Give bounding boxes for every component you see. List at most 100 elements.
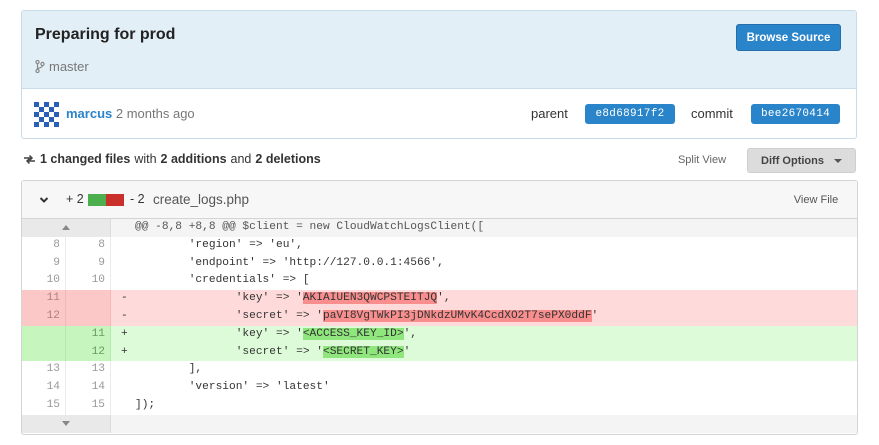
expand-up-button[interactable] — [22, 219, 111, 237]
file-diff: + 2 - 2 create_logs.php View File @@ -8,… — [21, 180, 858, 435]
file-deletions-count: - 2 — [130, 192, 145, 206]
code-text: 'key' => ' — [135, 292, 303, 305]
file-name[interactable]: create_logs.php — [153, 192, 249, 207]
commit-sha-button[interactable]: bee2670414 — [751, 104, 840, 124]
hunk-footer-spacer — [111, 415, 857, 433]
new-line-number[interactable]: 12 — [66, 343, 111, 362]
hunk-header-text: @@ -8,8 +8,8 @@ $client = new CloudWatch… — [135, 221, 485, 233]
code-text-suffix: ' — [591, 309, 599, 322]
branch-icon — [35, 60, 45, 73]
summary-with: with — [134, 152, 157, 166]
code-text: 'credentials' => [ — [135, 274, 310, 287]
diff-options-dropdown[interactable]: Diff Options — [747, 148, 856, 173]
line-code: ], — [111, 361, 857, 379]
new-line-number[interactable]: 13 — [66, 361, 111, 380]
diff-lines: 88 'region' => 'eu', 9 9 'endpoint' => 'ht… — [22, 236, 857, 415]
expand-down-icon — [62, 421, 70, 427]
code-text: 'version' => 'latest' — [135, 381, 330, 394]
diff-options-label: Diff Options — [761, 154, 824, 167]
parent-label: parent — [531, 106, 568, 121]
line-code: + 'secret' => '<SECRET_KEY>' — [111, 344, 857, 362]
commit-label: commit — [691, 106, 733, 121]
code-text: 'secret' => ' — [135, 309, 323, 322]
additions-count: 2 additions — [160, 152, 227, 166]
context-line: 13 13 ], — [22, 361, 857, 380]
summary-and: and — [230, 152, 252, 166]
diffstat-deletions-bar — [106, 194, 124, 206]
commit-author-line: marcus 2 months ago — [66, 106, 195, 121]
hunk-header-row: @@ -8,8 +8,8 @@ $client = new CloudWatch… — [22, 219, 857, 237]
hunk-footer-row — [22, 414, 857, 433]
line-marker: - — [121, 292, 128, 305]
old-line-number[interactable]: 12 — [22, 307, 66, 326]
line-code: + 'key' => '<ACCESS_KEY_ID>', — [111, 326, 857, 344]
commit-date: 2 months ago — [115, 106, 195, 121]
line-code: 'region' => 'eu', — [111, 237, 857, 255]
new-line-number[interactable]: 9 — [66, 254, 111, 273]
old-line-number[interactable] — [22, 343, 66, 362]
old-line-number[interactable] — [22, 325, 66, 344]
code-text: 'key' => ' — [135, 327, 303, 340]
context-line: 88 'region' => 'eu', — [22, 236, 857, 255]
changed-files-count: 1 changed files — [40, 152, 131, 166]
caret-down-icon — [833, 158, 842, 163]
file-additions-count: + 2 — [66, 192, 84, 206]
context-line: 14 14 'version' => 'latest' — [22, 379, 857, 397]
new-line-number[interactable]: 11 — [66, 325, 111, 344]
avatar[interactable] — [34, 102, 59, 127]
split-view-button[interactable]: Split View — [667, 149, 737, 171]
new-line-number[interactable]: 15 — [66, 396, 111, 415]
added-token: <ACCESS_KEY_ID> — [302, 327, 404, 340]
new-line-number[interactable] — [66, 307, 111, 326]
branch-label: master — [35, 59, 89, 74]
new-line-number[interactable]: 10 — [66, 272, 111, 291]
line-code: - 'key' => 'AKIAIUEN3QWCPSTEITJQ', — [111, 290, 857, 308]
code-text: ], — [135, 363, 203, 376]
code-text-suffix: ', — [437, 292, 451, 305]
line-marker: + — [121, 345, 128, 358]
added-line: 12 + 'secret' => '<SECRET_KEY>' — [22, 343, 857, 362]
old-line-number[interactable]: 14 — [22, 379, 66, 397]
line-marker: - — [121, 309, 128, 322]
deleted-line: 11 - 'key' => 'AKIAIUEN3QWCPSTEITJQ', — [22, 290, 857, 308]
new-line-number[interactable] — [66, 290, 111, 308]
commit-meta-row: marcus 2 months ago parent e8d68917f2 co… — [22, 89, 856, 138]
branch-name: master — [49, 59, 89, 74]
commit-header-card: Preparing for prod master Browse Source — [21, 10, 857, 139]
old-line-number[interactable]: 13 — [22, 361, 66, 380]
view-file-button[interactable]: View File — [785, 189, 847, 211]
browse-source-button[interactable]: Browse Source — [736, 24, 841, 51]
line-code: - 'secret' => 'paVI8VgTWkPI3jDNkdzUMvK4C… — [111, 308, 857, 326]
context-line: 99 'endpoint' => 'http://127.0.0.1:4566'… — [22, 254, 857, 273]
author-name-link[interactable]: marcus — [66, 106, 112, 121]
code-text: 'endpoint' => 'http://127.0.0.1:4566', — [135, 256, 444, 269]
file-diff-header: + 2 - 2 create_logs.php View File — [22, 181, 857, 219]
old-line-number[interactable]: 9 — [22, 254, 66, 273]
old-line-number[interactable]: 15 — [22, 396, 66, 415]
commit-header-top: Preparing for prod master Browse Source — [22, 11, 856, 89]
line-code: 'version' => 'latest' — [111, 379, 857, 397]
new-line-number[interactable]: 8 — [66, 236, 111, 255]
added-token: <SECRET_KEY> — [322, 345, 404, 358]
expand-up-icon — [62, 225, 70, 231]
context-line: 15 15]); — [22, 396, 857, 415]
code-text-suffix: ' — [403, 345, 411, 358]
new-line-number[interactable]: 14 — [66, 379, 111, 397]
diffstat-additions-bar — [88, 194, 106, 206]
diffstat-bar — [88, 194, 124, 206]
code-text: 'region' => 'eu', — [135, 238, 303, 251]
deleted-line: 12 - 'secret' => 'paVI8VgTWkPI3jDNkdzUMvK… — [22, 307, 857, 326]
chevron-down-icon[interactable] — [39, 195, 49, 205]
old-line-number[interactable]: 11 — [22, 290, 66, 308]
line-code: 'credentials' => [ — [111, 272, 857, 290]
parent-sha-button[interactable]: e8d68917f2 — [585, 104, 675, 124]
code-text: 'secret' => ' — [135, 345, 323, 358]
old-line-number[interactable]: 10 — [22, 272, 66, 291]
old-line-number[interactable]: 8 — [22, 236, 66, 255]
commit-title: Preparing for prod — [35, 26, 176, 43]
sync-arrows-icon — [24, 154, 35, 164]
line-code: 'endpoint' => 'http://127.0.0.1:4566', — [111, 255, 857, 273]
diff-table: @@ -8,8 +8,8 @@ $client = new CloudWatch… — [22, 219, 857, 433]
code-text: ]); — [135, 398, 156, 411]
expand-down-button[interactable] — [22, 414, 111, 433]
